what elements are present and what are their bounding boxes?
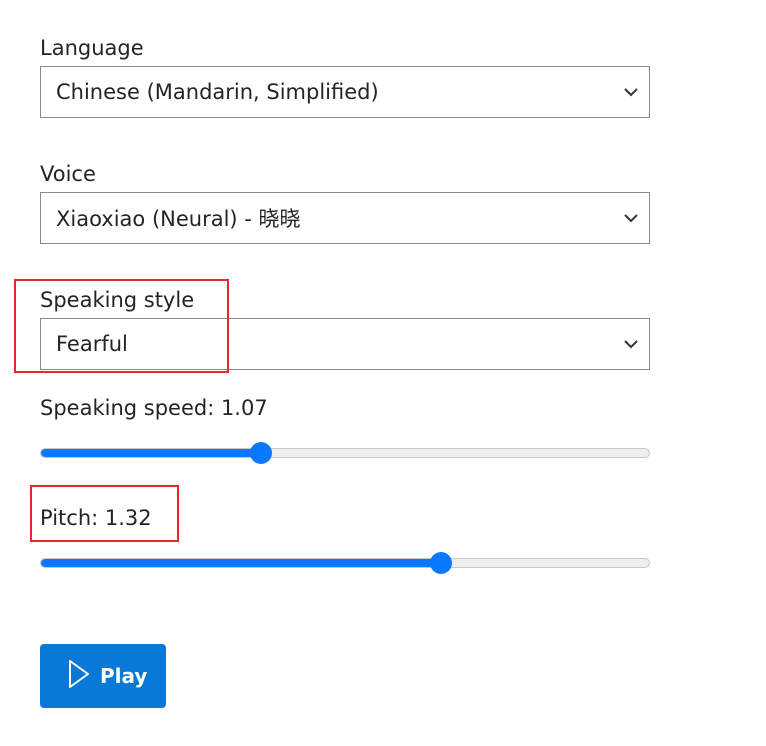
pitch-slider[interactable] xyxy=(40,551,650,575)
speaking-speed-label: Speaking speed: 1.07 xyxy=(40,396,268,420)
slider-track xyxy=(40,448,650,458)
speaking-style-selected-value: Fearful xyxy=(56,332,128,356)
slider-track xyxy=(40,558,650,568)
chevron-down-icon xyxy=(613,193,649,243)
language-select[interactable]: Chinese (Mandarin, Simplified) xyxy=(40,66,650,118)
slider-fill xyxy=(41,559,442,567)
chevron-down-icon xyxy=(613,319,649,369)
speaking-style-select[interactable]: Fearful xyxy=(40,318,650,370)
voice-settings-panel: Language Chinese (Mandarin, Simplified) … xyxy=(0,0,766,746)
slider-fill xyxy=(41,449,262,457)
slider-thumb[interactable] xyxy=(250,442,273,464)
voice-label: Voice xyxy=(40,162,96,186)
pitch-label: Pitch: 1.32 xyxy=(40,506,152,530)
play-icon xyxy=(68,659,90,693)
play-button[interactable]: Play xyxy=(40,644,166,708)
speaking-speed-slider[interactable] xyxy=(40,441,650,465)
slider-thumb[interactable] xyxy=(430,552,453,574)
speaking-style-label: Speaking style xyxy=(40,288,195,312)
language-selected-value: Chinese (Mandarin, Simplified) xyxy=(56,80,379,104)
chevron-down-icon xyxy=(613,67,649,117)
voice-select[interactable]: Xiaoxiao (Neural) - 晓晓 xyxy=(40,192,650,244)
play-button-label: Play xyxy=(100,664,148,688)
voice-selected-value: Xiaoxiao (Neural) - 晓晓 xyxy=(56,207,301,231)
language-label: Language xyxy=(40,36,144,60)
